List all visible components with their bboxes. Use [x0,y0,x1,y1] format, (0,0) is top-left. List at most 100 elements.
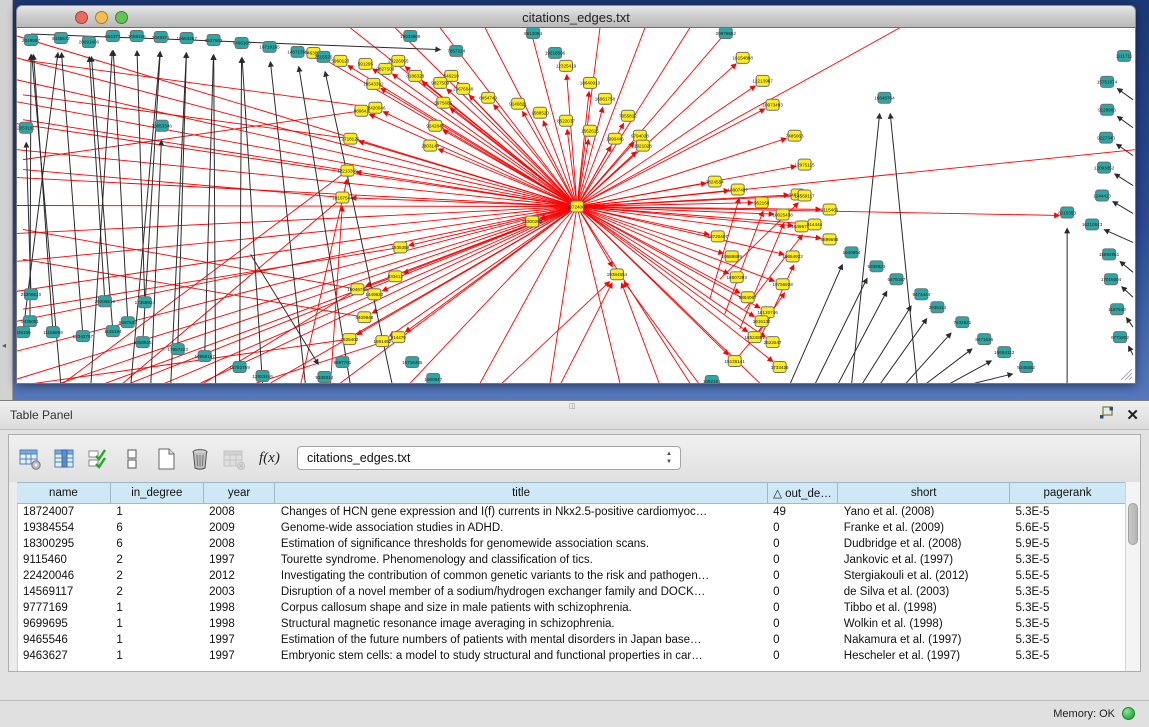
network-node[interactable]: 914479 [391,332,407,343]
network-node[interactable]: 9794028 [631,130,649,141]
table-row[interactable]: 911546021997Tourette syndrome. Phenomeno… [17,552,1126,568]
network-node[interactable]: 9435051 [21,316,39,327]
network-node[interactable]: 1640954 [843,247,861,258]
table-row[interactable]: 946362711997Embryonic stem cells: a mode… [17,648,1126,664]
network-node[interactable]: 9899695 [821,234,839,245]
network-node[interactable]: 9245012 [316,372,334,383]
network-node[interactable]: 1990446 [606,133,624,144]
network-node[interactable]: 9227343 [1097,132,1115,143]
network-node[interactable]: 1935359 [391,242,409,253]
network-node[interactable]: 5960123 [332,55,350,66]
network-node[interactable]: 939159 [17,327,31,338]
network-node[interactable]: 914444 [807,219,823,230]
left-panel-collapse-strip[interactable]: ◂ [0,0,13,400]
network-node[interactable]: 8471626 [975,334,993,345]
table-selector-dropdown[interactable]: citations_edges.txt ▲▼ [297,446,681,470]
network-node[interactable]: 854377 [105,30,121,41]
float-panel-icon[interactable] [1099,406,1114,425]
network-node[interactable]: 16782759 [229,362,250,373]
network-node[interactable]: 8813054 [524,28,542,38]
network-node[interactable]: 9827509 [431,77,449,88]
network-node[interactable]: 5938923 [868,261,886,272]
panel-splitter-handle[interactable]: ◫ [569,402,576,410]
network-node[interactable]: 18720407 [708,231,729,242]
column-header-title[interactable]: title [275,483,767,504]
network-node[interactable]: 1065326 [128,30,146,41]
network-node[interactable]: 3824554 [706,176,724,187]
network-node[interactable]: 9242845 [426,120,444,131]
network-node[interactable]: 5975685 [434,97,452,108]
network-node[interactable]: 12975115 [795,159,815,170]
network-node[interactable]: 1092101 [703,376,721,383]
network-node[interactable]: 833412 [388,271,404,282]
network-node[interactable]: 19756928 [772,279,793,290]
network-node[interactable]: 962160 [754,197,770,208]
close-panel-icon[interactable]: ✕ [1126,408,1139,424]
network-node[interactable]: 1691452 [373,336,391,347]
network-node[interactable]: 7857224 [447,45,465,56]
network-node[interactable]: 12923446 [252,371,273,382]
network-node[interactable]: 9397587 [119,317,137,328]
select-column-icon[interactable] [51,446,77,472]
network-node[interactable]: 10958167 [194,351,215,362]
network-canvas[interactable]: 1872400718300295746382259601235912952322… [16,28,1136,384]
network-node[interactable]: 16210643 [1082,219,1103,230]
network-node[interactable]: 10807487 [728,184,749,195]
network-node[interactable]: 10653267 [177,32,198,43]
network-node[interactable]: 19654923 [782,251,803,262]
table-row[interactable]: 1938455462009Genome-wide association stu… [17,520,1126,536]
network-node[interactable]: 15136141 [725,356,746,367]
network-node[interactable]: 18640910 [580,77,601,88]
network-node[interactable]: 1080847 [424,374,442,383]
network-node[interactable]: 9435572 [52,32,70,43]
table-row[interactable]: 2242004622012Investigating the contribut… [17,568,1126,584]
network-node[interactable]: 2522547 [764,337,782,348]
table-settings-icon[interactable] [17,446,43,472]
network-node[interactable]: 9245652 [1017,362,1035,373]
resize-grip-icon[interactable] [1129,377,1132,380]
network-node[interactable]: 23676048 [453,83,474,94]
network-node[interactable]: 15892951 [1099,249,1120,260]
network-node[interactable]: 9474444 [912,289,930,300]
network-node[interactable]: 6879197 [888,274,906,285]
table-row[interactable]: 969969511998Structural magnetic resonanc… [17,616,1126,632]
network-node[interactable]: 9115460 [821,204,839,215]
network-node[interactable]: 1527602 [205,34,223,45]
network-node[interactable]: 10654112 [994,347,1014,358]
network-node[interactable]: 6466160 [233,37,251,48]
delete-table-icon[interactable] [187,446,213,472]
network-node[interactable]: 20691406 [79,36,100,47]
network-node[interactable]: 1187533 [1108,304,1126,315]
column-header-name[interactable]: name [17,483,110,504]
network-node[interactable]: 1921028 [634,140,652,151]
network-node[interactable]: 7485063 [786,130,804,141]
clear-selection-icon[interactable] [119,446,145,472]
network-node[interactable]: 16033809 [400,30,421,41]
memory-status-icon[interactable] [1122,707,1135,720]
network-node[interactable]: 16961758 [595,93,616,104]
network-node[interactable]: 18807293 [727,272,748,283]
network-node[interactable]: 7625402 [340,334,358,345]
network-node[interactable]: 8522037 [557,115,575,126]
network-node[interactable]: 2718126 [341,133,359,144]
column-header-short[interactable]: short [838,483,1010,504]
network-node[interactable]: 18543392 [363,78,384,89]
scrollbar-thumb[interactable] [1128,503,1138,545]
network-node[interactable]: 19218506 [545,47,566,58]
column-header-pagerank[interactable]: pagerank [1010,483,1126,504]
network-node[interactable]: 2048371 [152,31,170,42]
network-node[interactable]: 11156869 [43,327,63,338]
network-node[interactable]: 1111711 [1116,50,1133,61]
network-node[interactable]: 6771902 [1111,332,1129,343]
network-node[interactable]: 8215353 [1058,207,1076,218]
network-node[interactable]: 14671358 [287,46,308,57]
network-node[interactable]: 10973493 [762,99,783,110]
network-node[interactable]: 16154808 [733,52,754,63]
network-node[interactable]: 591295 [358,58,374,69]
network-node[interactable]: 1350515 [134,337,152,348]
network-node[interactable]: 9129966 [1098,104,1116,115]
network-node[interactable]: 19384554 [607,269,628,280]
network-node[interactable]: 1449822 [365,289,383,300]
resize-grip-icon[interactable] [1125,373,1132,380]
network-node[interactable]: 15751074 [1097,76,1118,87]
